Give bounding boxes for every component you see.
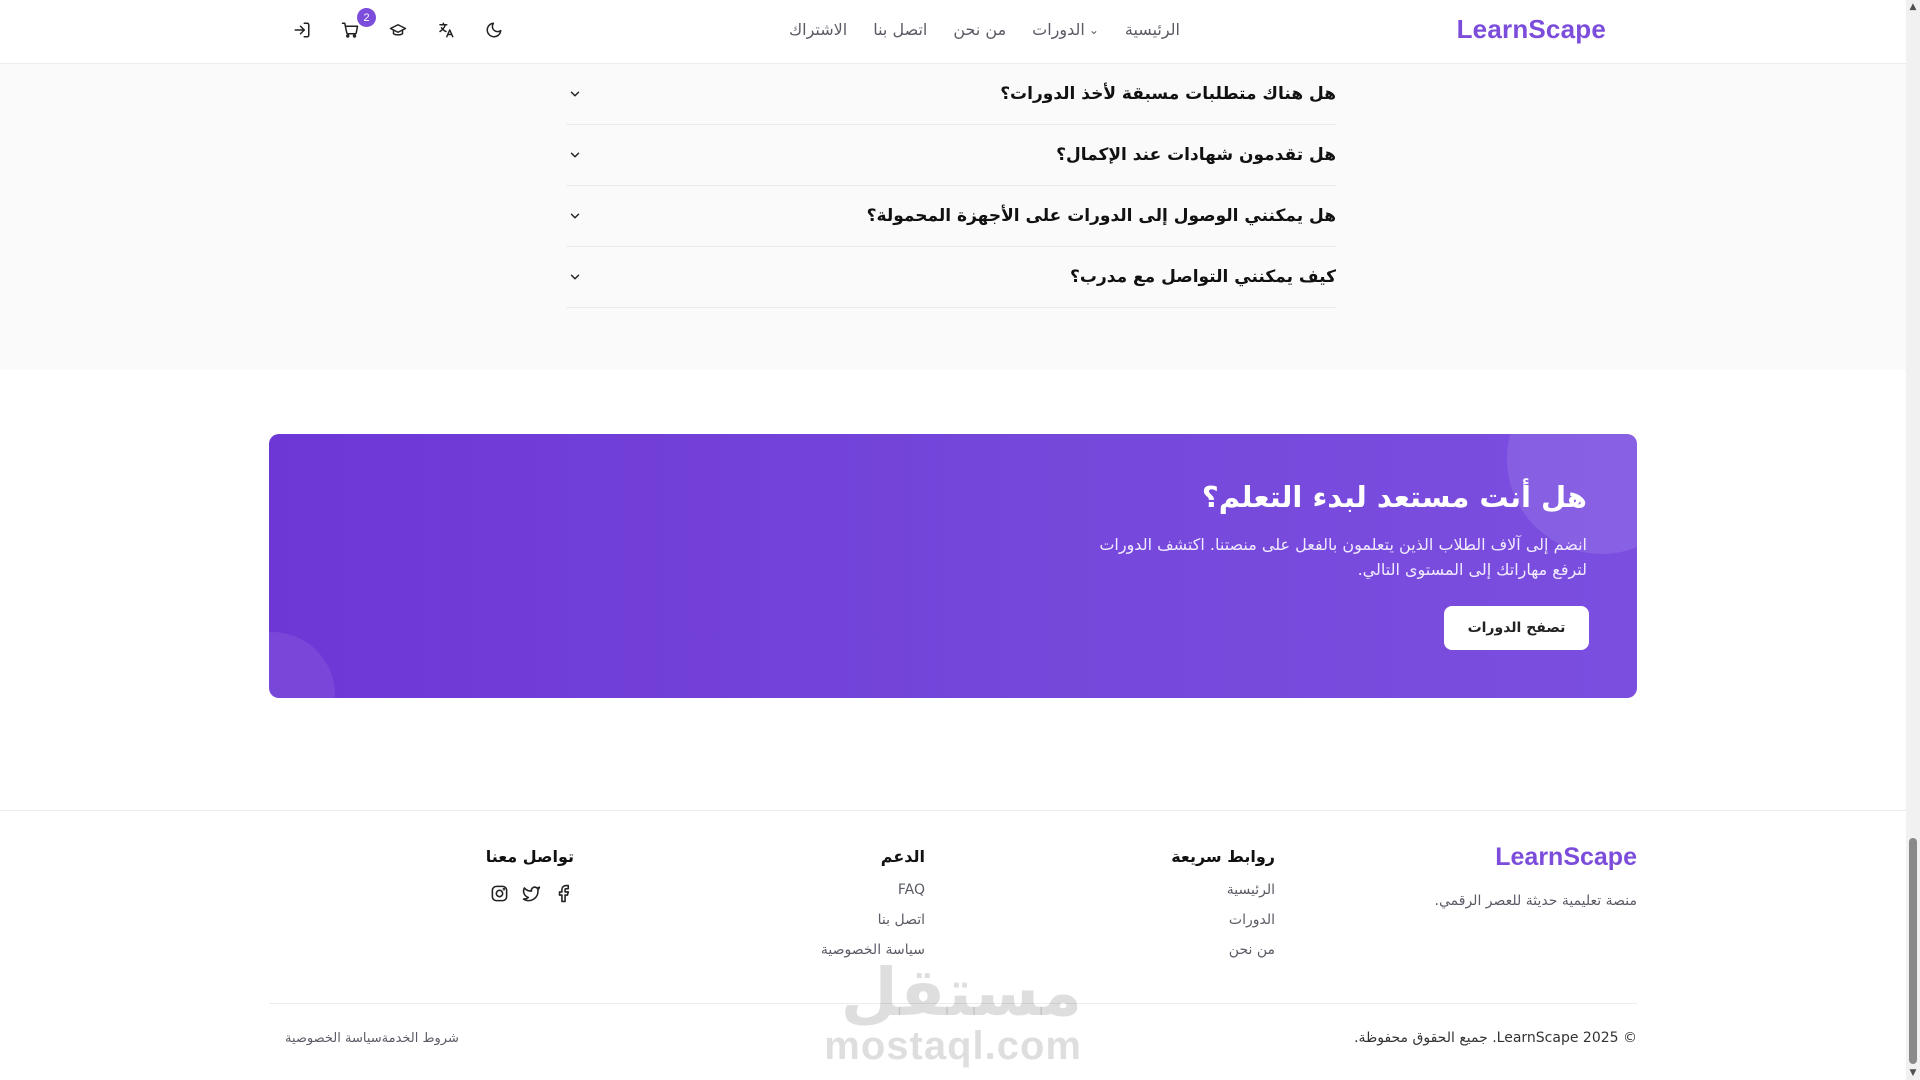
nav-contact-label: اتصل بنا (873, 20, 928, 39)
faq-question: كيف يمكنني التواصل مع مدرب؟ (1070, 267, 1336, 287)
cta-text: انضم إلى آلاف الطلاب الذين يتعلمون بالفع… (1099, 535, 1587, 579)
faq-question: هل هناك متطلبات مسبقة لأخذ الدورات؟ (1000, 84, 1336, 104)
footer-link-courses[interactable]: الدورات (1171, 912, 1275, 928)
chevron-down-icon (566, 208, 582, 224)
nav-courses[interactable]: الدورات ⌄ (1032, 20, 1099, 39)
browse-courses-button[interactable]: تصفح الدورات (1444, 606, 1589, 650)
footer-link-contact[interactable]: اتصل بنا (821, 912, 925, 928)
faq-section: هل هناك متطلبات مسبقة لأخذ الدورات؟ هل ت… (0, 64, 1906, 370)
nav-home[interactable]: الرئيسية (1125, 20, 1180, 39)
page-scrollbar[interactable]: ▲ ▼ (1906, 0, 1920, 1080)
privacy-link[interactable]: سياسة الخصوصية (285, 1031, 382, 1046)
login-icon[interactable] (290, 18, 314, 42)
footer-tagline: منصة تعليمية حديثة للعصر الرقمي. (1434, 893, 1637, 909)
cta-banner: هل أنت مستعد لبدء التعلم؟ انضم إلى آلاف … (269, 434, 1637, 698)
cart-count-badge: 2 (357, 8, 376, 27)
graduation-cap-icon[interactable] (386, 18, 410, 42)
faq-item[interactable]: هل هناك متطلبات مسبقة لأخذ الدورات؟ (566, 64, 1336, 125)
facebook-icon[interactable] (552, 882, 574, 904)
quick-links-title: روابط سريعة (1171, 847, 1275, 866)
scroll-down-icon[interactable]: ▼ (1908, 1068, 1918, 1078)
nav-home-label: الرئيسية (1124, 20, 1180, 39)
chevron-down-icon: ⌄ (1088, 22, 1099, 37)
support-title: الدعم (880, 847, 925, 866)
nav-subscribe-label: الاشتراك (788, 20, 848, 39)
footer-logo[interactable]: LearnScape (1495, 843, 1637, 872)
faq-question: هل يمكنني الوصول إلى الدورات على الأجهزة… (866, 206, 1336, 226)
footer-link-home[interactable]: الرئيسية (1171, 882, 1275, 898)
nav-about-label: من نحن (953, 20, 1007, 39)
watermark: مستقل mostaql.com (824, 954, 1082, 1068)
social-links (486, 882, 574, 904)
twitter-icon[interactable] (520, 882, 542, 904)
faq-list: هل هناك متطلبات مسبقة لأخذ الدورات؟ هل ت… (566, 64, 1336, 308)
footer-link-faq[interactable]: FAQ (821, 882, 925, 898)
watermark-arabic: مستقل (840, 954, 1082, 1031)
terms-link[interactable]: شروط الخدمة (382, 1031, 459, 1046)
main-nav: الرئيسية الدورات ⌄ من نحن اتصل بنا الاشتر… (789, 20, 1180, 39)
header-actions: 2 (290, 8, 506, 42)
scroll-up-icon[interactable]: ▲ (1908, 2, 1918, 12)
faq-item[interactable]: هل يمكنني الوصول إلى الدورات على الأجهزة… (566, 186, 1336, 247)
footer-link-about[interactable]: من نحن (1171, 942, 1275, 958)
legal-links: شروط الخدمة سياسة الخصوصية (285, 1031, 459, 1046)
chevron-down-icon (566, 269, 582, 285)
faq-item[interactable]: كيف يمكنني التواصل مع مدرب؟ (566, 247, 1336, 308)
nav-about[interactable]: من نحن (953, 20, 1006, 39)
copyright: © 2025 LearnScape. جميع الحقوق محفوظة. (1354, 1030, 1637, 1046)
translate-icon[interactable] (434, 18, 458, 42)
contact-column: تواصل معنا (486, 847, 574, 904)
cta-title: هل أنت مستعد لبدء التعلم؟ (1201, 480, 1587, 514)
chevron-down-icon (566, 86, 582, 102)
site-header: LearnScape الرئيسية الدورات ⌄ من نحن اتصل… (0, 0, 1906, 64)
watermark-domain: mostaql.com (824, 1024, 1082, 1068)
nav-contact[interactable]: اتصل بنا (873, 20, 927, 39)
contact-title: تواصل معنا (485, 847, 574, 866)
cart-icon[interactable]: 2 (338, 8, 376, 42)
scroll-thumb[interactable] (1909, 838, 1917, 1064)
moon-icon[interactable] (482, 18, 506, 42)
nav-subscribe[interactable]: الاشتراك (789, 20, 847, 39)
chevron-down-icon (566, 147, 582, 163)
faq-item[interactable]: هل تقدمون شهادات عند الإكمال؟ (566, 125, 1336, 186)
logo[interactable]: LearnScape (1457, 14, 1606, 45)
nav-courses-label: الدورات (1032, 20, 1085, 39)
decorative-circle (269, 632, 335, 698)
quick-links-column: روابط سريعة الرئيسية الدورات من نحن (1171, 847, 1275, 972)
instagram-icon[interactable] (488, 882, 510, 904)
faq-question: هل تقدمون شهادات عند الإكمال؟ (1056, 145, 1336, 165)
